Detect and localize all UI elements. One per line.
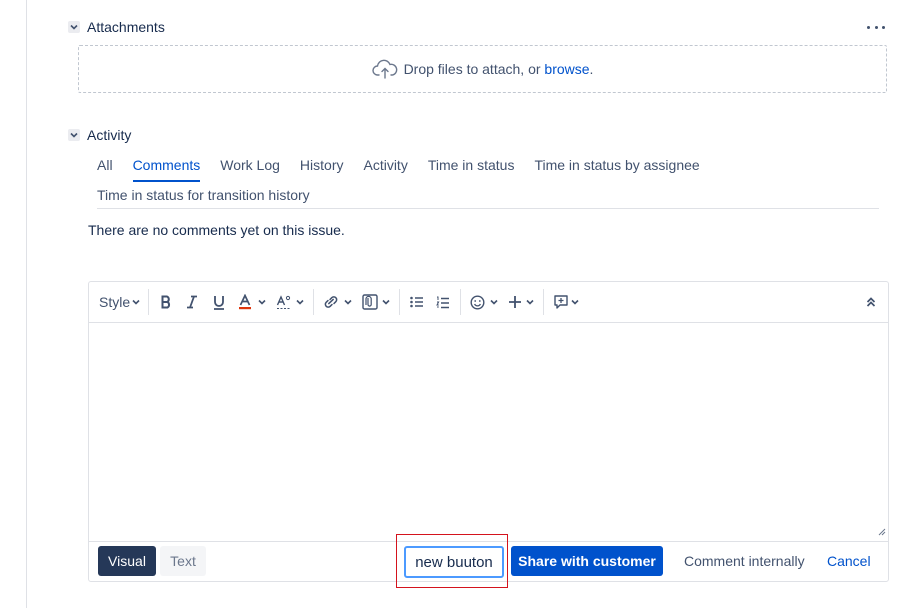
emoji-icon[interactable]: [465, 289, 503, 315]
chevron-down-icon: [258, 299, 266, 305]
visual-mode-button[interactable]: Visual: [98, 546, 156, 576]
style-dropdown[interactable]: Style: [95, 289, 144, 315]
comment-macro-icon[interactable]: [548, 289, 584, 315]
activity-tabs: All Comments Work Log History Activity T…: [97, 152, 879, 212]
toolbar-separator: [399, 289, 400, 315]
collapse-toolbar-icon[interactable]: [866, 295, 876, 311]
text-color-icon[interactable]: [233, 289, 271, 315]
dropzone-suffix: .: [590, 61, 594, 77]
chevron-down-icon: [344, 299, 352, 305]
left-divider: [26, 0, 27, 608]
cancel-button[interactable]: Cancel: [827, 553, 871, 569]
activity-title: Activity: [87, 127, 131, 143]
italic-icon[interactable]: [179, 289, 205, 315]
comment-text-area[interactable]: [89, 323, 888, 541]
tab-comments[interactable]: Comments: [133, 152, 201, 182]
editor-toolbar: Style: [89, 282, 888, 323]
toolbar-separator: [543, 289, 544, 315]
toolbar-separator: [148, 289, 149, 315]
dropzone-text: Drop files to attach, or: [404, 61, 541, 77]
attachment-icon[interactable]: [357, 289, 395, 315]
attachment-dropzone[interactable]: Drop files to attach, or browse.: [78, 45, 887, 93]
toolbar-separator: [460, 289, 461, 315]
chevron-down-icon: [382, 299, 390, 305]
toolbar-separator: [313, 289, 314, 315]
share-with-customer-button[interactable]: Share with customer: [511, 546, 663, 576]
tab-work-log[interactable]: Work Log: [220, 152, 280, 182]
attachments-header[interactable]: Attachments: [68, 19, 165, 35]
style-label: Style: [99, 294, 130, 310]
tab-time-in-status[interactable]: Time in status: [428, 152, 515, 182]
tab-activity[interactable]: Activity: [363, 152, 407, 182]
more-formatting-icon[interactable]: [271, 289, 309, 315]
comment-internally-button[interactable]: Comment internally: [684, 553, 805, 569]
attachments-title: Attachments: [87, 19, 165, 35]
chevron-down-icon: [490, 299, 498, 305]
chevron-down-icon: [296, 299, 304, 305]
resize-grip-icon[interactable]: [878, 523, 886, 539]
empty-comments-message: There are no comments yet on this issue.: [88, 222, 345, 238]
cloud-upload-icon: [372, 59, 398, 79]
bullet-list-icon[interactable]: [404, 289, 430, 315]
underline-icon[interactable]: [205, 289, 233, 315]
chevron-down-icon[interactable]: [68, 129, 80, 141]
text-mode-button[interactable]: Text: [160, 546, 206, 576]
bold-icon[interactable]: [153, 289, 179, 315]
tab-history[interactable]: History: [300, 152, 344, 182]
chevron-down-icon: [526, 299, 534, 305]
tab-time-in-status-by-assignee[interactable]: Time in status by assignee: [534, 152, 699, 182]
chevron-down-icon: [132, 299, 140, 305]
more-horizontal-icon[interactable]: [867, 20, 885, 34]
browse-link[interactable]: browse: [544, 61, 589, 77]
chevron-down-icon: [571, 299, 579, 305]
insert-more-icon[interactable]: [503, 289, 539, 315]
new-button[interactable]: new buuton: [404, 546, 504, 578]
activity-header[interactable]: Activity: [68, 127, 131, 143]
numbered-list-icon[interactable]: [430, 289, 456, 315]
chevron-down-icon[interactable]: [68, 21, 80, 33]
tabs-divider: [97, 208, 879, 209]
link-icon[interactable]: [318, 289, 357, 315]
tab-all[interactable]: All: [97, 152, 113, 182]
